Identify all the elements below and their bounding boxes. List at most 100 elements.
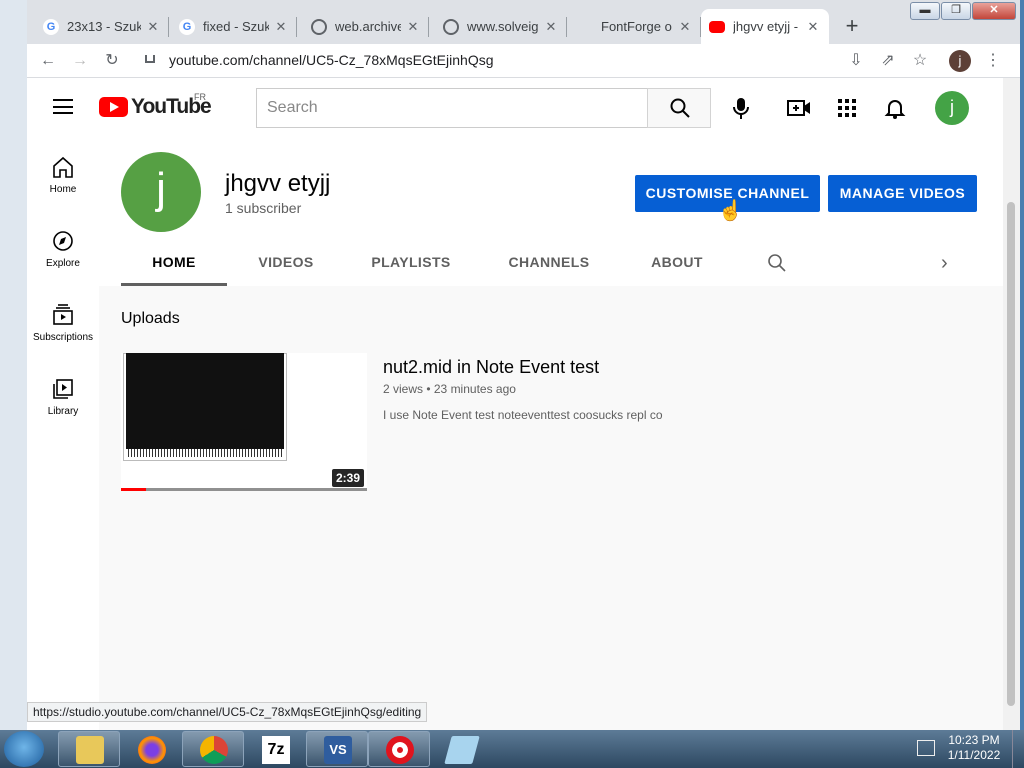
video-title[interactable]: nut2.mid in Note Event test xyxy=(383,357,599,378)
download-icon[interactable]: ⇩ xyxy=(843,48,869,74)
scrollbar-thumb[interactable] xyxy=(1007,202,1015,706)
taskbar-firefox[interactable] xyxy=(120,731,182,767)
lock-icon[interactable] xyxy=(145,55,155,63)
tab-title: FontForge o xyxy=(601,19,672,34)
tab-strip: G 23x13 - Szuk ✕ G fixed - Szuka ✕ web.a… xyxy=(27,0,1020,44)
forward-arrow-icon[interactable]: → xyxy=(67,48,93,74)
channel-name: jhgvv etyjj xyxy=(225,170,331,197)
paint-icon xyxy=(444,736,480,764)
tab-title: jhgvv etyjj - xyxy=(733,19,799,34)
menu-kebab-icon[interactable]: ⋮ xyxy=(980,48,1006,74)
channel-tabs: HOME VIDEOS PLAYLISTS CHANNELS ABOUT › xyxy=(121,244,1003,286)
guide-item-home[interactable]: Home xyxy=(27,156,99,195)
guide-sidebar: Home Explore Subscriptions Library xyxy=(27,136,99,730)
minimize-button[interactable]: ▬ xyxy=(910,2,940,20)
video-thumbnail[interactable]: 2:39 xyxy=(121,353,367,491)
desktop-edge xyxy=(0,0,28,730)
tab-playlists[interactable]: PLAYLISTS xyxy=(361,244,461,286)
browser-tab[interactable]: www.solveig ✕ xyxy=(435,9,567,44)
youtube-logo[interactable]: YouTube FR xyxy=(99,92,212,119)
close-tab-icon[interactable]: ✕ xyxy=(145,19,161,35)
address-bar[interactable]: youtube.com/channel/UC5-Cz_78xMqsEGtEjin… xyxy=(169,52,494,68)
channel-avatar: j xyxy=(121,152,201,232)
taskbar-chrome[interactable] xyxy=(182,731,244,767)
browser-tab[interactable]: G 23x13 - Szuk ✕ xyxy=(35,9,169,44)
tab-videos[interactable]: VIDEOS xyxy=(241,244,331,286)
close-tab-icon[interactable]: ✕ xyxy=(677,19,693,35)
guide-item-subscriptions[interactable]: Subscriptions xyxy=(27,304,99,343)
taskbar-paint[interactable] xyxy=(430,731,492,767)
guide-label: Subscriptions xyxy=(32,332,94,343)
show-desktop-button[interactable] xyxy=(1012,730,1024,768)
taskbar-recorder[interactable] xyxy=(368,731,430,767)
notifications-bell-icon[interactable] xyxy=(883,97,907,119)
channel-header: j jhgvv etyjj 1 subscriber CUSTOMISE CHA… xyxy=(99,136,1003,286)
taskbar-7zip[interactable]: 7z xyxy=(244,731,306,767)
clock-time: 10:23 PM xyxy=(948,733,1000,747)
youtube-page: YouTube FR Search j Home Explore Subscri… xyxy=(27,78,1003,730)
profile-avatar[interactable]: j xyxy=(949,50,971,72)
subscriptions-icon xyxy=(53,304,73,325)
channel-search-icon[interactable] xyxy=(767,253,787,273)
close-window-button[interactable]: ✕ xyxy=(972,2,1016,20)
new-tab-button[interactable]: + xyxy=(839,14,865,40)
hamburger-menu-icon[interactable] xyxy=(53,99,73,114)
uploads-heading[interactable]: Uploads xyxy=(121,310,180,328)
guide-item-library[interactable]: Library xyxy=(27,378,99,417)
search-input[interactable]: Search xyxy=(256,88,647,128)
tab-about[interactable]: ABOUT xyxy=(637,244,717,286)
microphone-icon[interactable] xyxy=(729,97,753,119)
system-clock[interactable]: 10:23 PM 1/11/2022 xyxy=(942,733,1006,763)
browser-window: G 23x13 - Szuk ✕ G fixed - Szuka ✕ web.a… xyxy=(27,0,1020,730)
sevenzip-icon: 7z xyxy=(262,736,290,764)
start-button[interactable] xyxy=(4,731,44,767)
manage-videos-button[interactable]: MANAGE VIDEOS xyxy=(828,175,977,212)
close-tab-icon[interactable]: ✕ xyxy=(405,19,421,35)
mouse-cursor-icon: ☝ xyxy=(718,200,743,222)
account-avatar[interactable]: j xyxy=(935,91,969,125)
guide-label: Home xyxy=(49,184,77,195)
chevron-right-icon[interactable]: › xyxy=(941,252,948,275)
tab-channels[interactable]: CHANNELS xyxy=(497,244,601,286)
watch-progress-fill xyxy=(121,488,146,491)
browser-tab-active[interactable]: jhgvv etyjj - ✕ xyxy=(701,9,829,44)
tab-home[interactable]: HOME xyxy=(121,244,227,286)
masthead: YouTube FR Search j xyxy=(27,78,1003,136)
taskbar-explorer[interactable] xyxy=(58,731,120,767)
taskbar-vs[interactable]: VS xyxy=(306,731,368,767)
bookmark-star-icon[interactable]: ☆ xyxy=(907,48,933,74)
folder-icon xyxy=(76,736,104,764)
back-arrow-icon[interactable]: ← xyxy=(35,48,61,74)
desktop-edge-right xyxy=(1020,0,1024,730)
apps-grid-icon[interactable] xyxy=(835,97,859,119)
channel-content: j jhgvv etyjj 1 subscriber CUSTOMISE CHA… xyxy=(99,136,1003,730)
country-code: FR xyxy=(194,92,206,102)
browser-tab[interactable]: FontForge o ✕ xyxy=(573,9,701,44)
video-description: I use Note Event test noteeventtest coos… xyxy=(383,408,663,422)
clock-date: 1/11/2022 xyxy=(947,748,1001,762)
reload-icon[interactable]: ↻ xyxy=(99,48,125,74)
browser-tab[interactable]: web.archive. ✕ xyxy=(303,9,429,44)
tab-title: www.solveig xyxy=(467,19,539,34)
share-icon[interactable]: ⇗ xyxy=(875,48,901,74)
create-video-icon[interactable] xyxy=(787,97,811,119)
search-icon xyxy=(670,98,690,118)
thumbnail-screen xyxy=(126,353,284,449)
network-tray-icon[interactable] xyxy=(917,740,935,756)
close-tab-icon[interactable]: ✕ xyxy=(273,19,289,35)
page-scrollbar[interactable] xyxy=(1003,78,1020,730)
search-button[interactable] xyxy=(647,88,711,128)
taskbar: 7z VS 10:23 PM 1/11/2022 xyxy=(0,730,1024,768)
library-icon xyxy=(53,379,73,399)
guide-item-explore[interactable]: Explore xyxy=(27,230,99,269)
compass-icon xyxy=(53,231,73,251)
browser-tab[interactable]: G fixed - Szuka ✕ xyxy=(171,9,297,44)
globe-icon xyxy=(311,18,327,35)
maximize-button[interactable]: ❐ xyxy=(941,2,971,20)
window-controls: ▬ ❐ ✕ xyxy=(909,2,1016,20)
tab-title: fixed - Szuka xyxy=(203,19,269,34)
video-duration: 2:39 xyxy=(331,469,364,487)
close-tab-icon[interactable]: ✕ xyxy=(543,19,559,35)
browser-toolbar: ← → ↻ youtube.com/channel/UC5-Cz_78xMqsE… xyxy=(27,44,1020,78)
close-tab-icon[interactable]: ✕ xyxy=(805,19,821,35)
